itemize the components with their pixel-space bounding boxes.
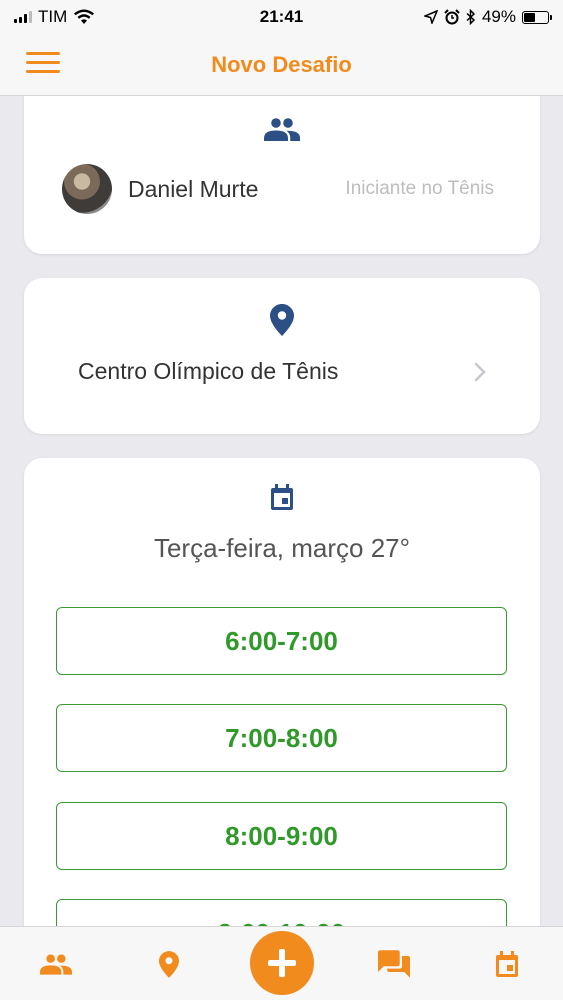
avatar	[62, 164, 112, 214]
status-right: 49%	[423, 7, 552, 27]
add-icon	[268, 949, 296, 977]
add-challenge-button[interactable]	[250, 931, 314, 995]
battery-icon	[522, 10, 552, 24]
location-row[interactable]: Centro Olímpico de Tênis	[24, 358, 540, 385]
tab-calendar[interactable]	[477, 927, 537, 1000]
chevron-right-icon	[474, 362, 486, 381]
opponent-card: Daniel Murte Iniciante no Tênis	[24, 96, 540, 254]
nav-bar: Novo Desafio	[0, 34, 563, 96]
tab-players[interactable]	[26, 927, 86, 1000]
chat-icon	[378, 950, 410, 978]
location-arrow-icon	[423, 10, 438, 24]
calendar-icon	[271, 484, 293, 510]
wifi-icon	[74, 9, 95, 24]
selected-date: Terça-feira, março 27°	[153, 533, 411, 563]
location-name: Centro Olímpico de Tênis	[78, 358, 339, 384]
tab-bar	[0, 926, 563, 1000]
location-pin-icon	[159, 950, 179, 978]
time-slot-button[interactable]: 7:00-8:00	[56, 704, 507, 772]
bluetooth-icon	[466, 9, 476, 25]
signal-icon	[14, 11, 32, 23]
carrier-label: TIM	[38, 7, 68, 26]
page-title: Novo Desafio	[211, 51, 352, 77]
tab-locations[interactable]	[139, 927, 199, 1000]
tab-messages[interactable]	[364, 927, 424, 1000]
alarm-icon	[444, 9, 460, 25]
status-left: TIM	[14, 7, 95, 27]
people-icon	[40, 954, 72, 975]
location-card[interactable]: Centro Olímpico de Tênis	[24, 278, 540, 434]
status-bar: TIM 21:41 49%	[0, 0, 563, 34]
calendar-icon	[496, 950, 518, 977]
opponent-level: Iniciante no Tênis	[345, 178, 494, 199]
schedule-card: Terça-feira, março 27° 6:00-7:00 7:00-8:…	[24, 458, 540, 926]
opponent-name: Daniel Murte	[128, 175, 259, 202]
main-content[interactable]: Daniel Murte Iniciante no Tênis Centro O…	[0, 96, 563, 926]
time-slot-button[interactable]: 8:00-9:00	[56, 802, 507, 870]
time-slot-button[interactable]: 9:00-10:00	[56, 899, 507, 926]
hamburger-menu-icon[interactable]	[26, 52, 60, 76]
battery-percent: 49%	[481, 7, 516, 26]
opponent-row[interactable]: Daniel Murte Iniciante no Tênis	[24, 164, 540, 214]
location-pin-icon	[270, 304, 294, 336]
clock: 21:41	[259, 7, 304, 26]
time-slot-button[interactable]: 6:00-7:00	[56, 607, 507, 675]
people-icon	[264, 118, 300, 141]
